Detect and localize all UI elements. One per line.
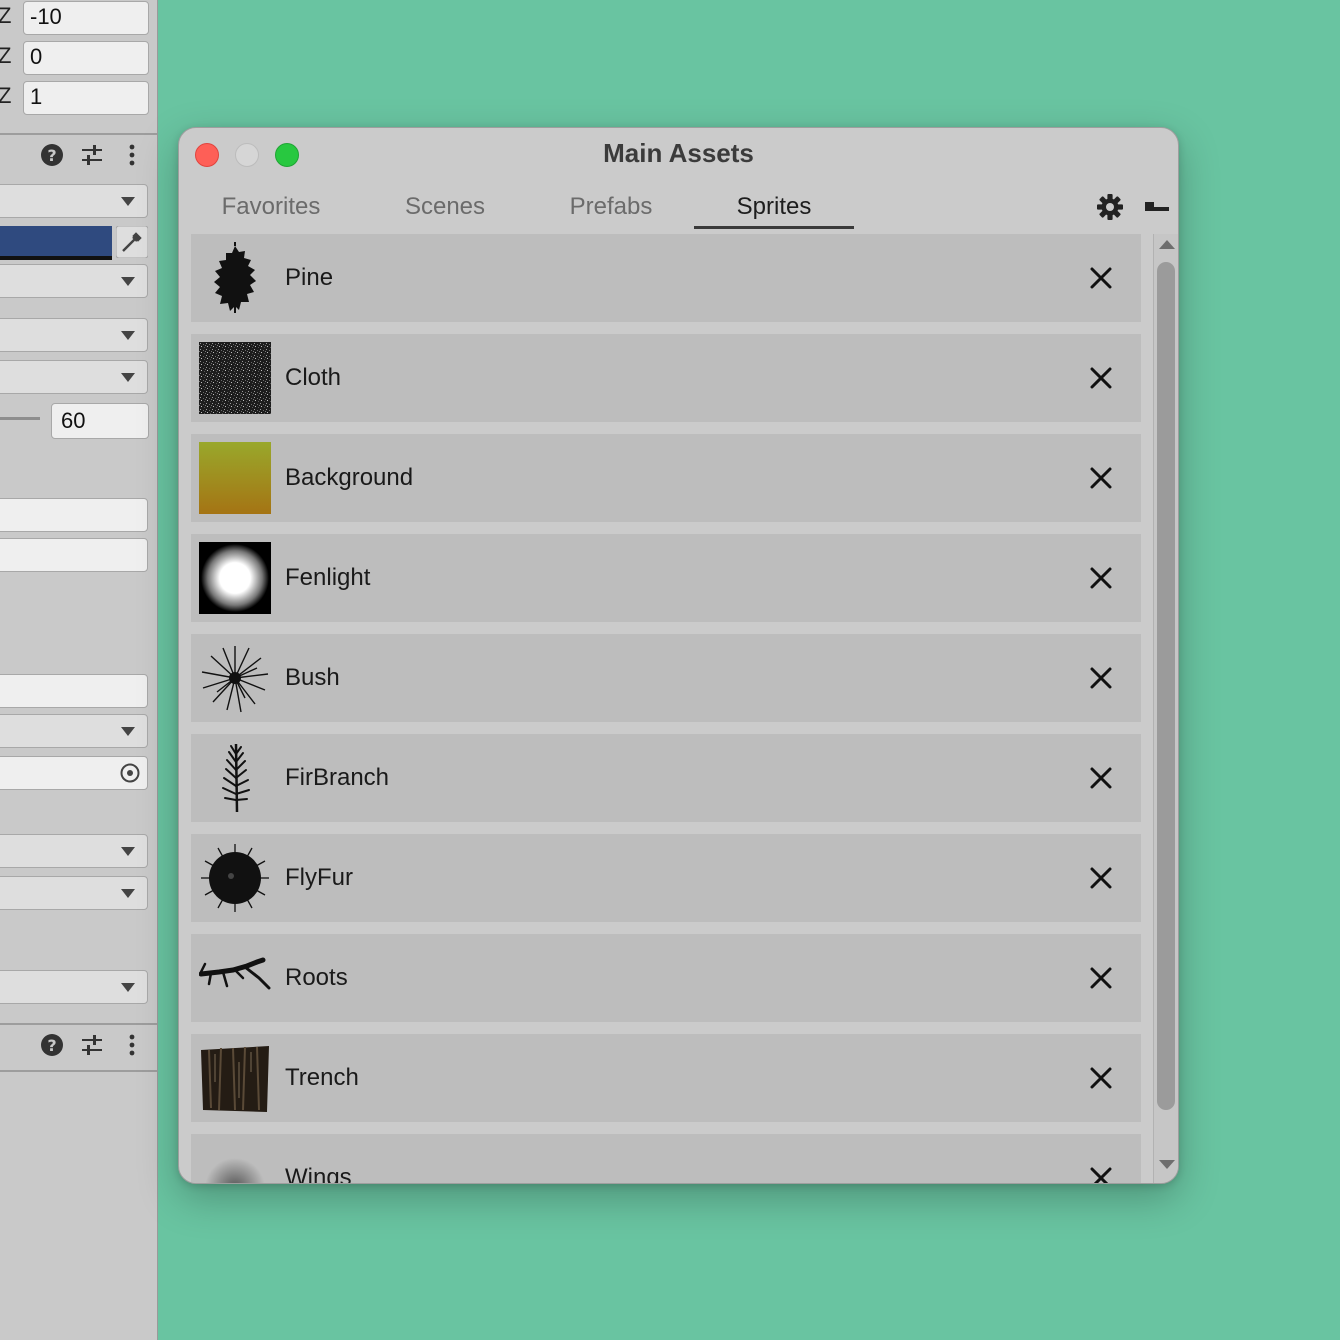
- remove-asset-button[interactable]: [1087, 464, 1115, 492]
- dropdown-select[interactable]: [0, 360, 148, 394]
- asset-row-trench[interactable]: Trench: [191, 1034, 1141, 1122]
- component-toolbar: ?: [0, 136, 157, 176]
- help-icon[interactable]: ?: [39, 1032, 65, 1058]
- window-title: Main Assets: [603, 138, 754, 168]
- list-view-toggle-icon[interactable]: [1141, 192, 1171, 222]
- eyedropper-icon[interactable]: [116, 226, 148, 258]
- olive-gradient-texture: [199, 442, 271, 514]
- dropdown-select[interactable]: [0, 318, 148, 352]
- rotation-z-field[interactable]: 0: [23, 41, 149, 75]
- asset-name: Wings: [285, 1164, 352, 1183]
- text-field[interactable]: [0, 538, 148, 572]
- bark-texture: [201, 1046, 269, 1112]
- asset-name: Trench: [285, 1064, 359, 1091]
- chevron-down-icon: [121, 983, 135, 992]
- color-swatch[interactable]: [0, 226, 112, 260]
- slider-track[interactable]: [0, 417, 40, 420]
- more-options-icon[interactable]: [119, 1032, 145, 1058]
- main-assets-window: Main Assets Favorites Scenes Prefabs Spr…: [178, 127, 1179, 1184]
- asset-name: FirBranch: [285, 764, 390, 791]
- asset-row-bush[interactable]: Bush: [191, 634, 1141, 722]
- fir-branch-icon: [222, 743, 250, 813]
- dropdown-select[interactable]: [0, 714, 148, 748]
- more-options-icon[interactable]: [119, 142, 145, 168]
- svg-text:?: ?: [47, 146, 56, 165]
- pinecone-icon: [214, 242, 256, 313]
- remove-asset-button[interactable]: [1087, 1164, 1115, 1183]
- inspector-panel: Z -10 Z 0 Z 1 ? 60: [0, 0, 158, 1340]
- scroll-down-arrow-icon[interactable]: [1159, 1160, 1175, 1169]
- chevron-down-icon: [121, 277, 135, 286]
- remove-asset-button[interactable]: [1087, 764, 1115, 792]
- chevron-down-icon: [121, 331, 135, 340]
- section-divider: [0, 1023, 157, 1025]
- tab-favorites[interactable]: Favorites: [201, 190, 341, 226]
- dropdown-select[interactable]: [0, 264, 148, 298]
- chevron-down-icon: [121, 373, 135, 382]
- object-picker-icon[interactable]: [119, 762, 141, 784]
- position-z-field[interactable]: -10: [23, 1, 149, 35]
- asset-name: Background: [285, 464, 414, 491]
- section-divider: [0, 133, 157, 135]
- remove-asset-button[interactable]: [1087, 664, 1115, 692]
- section-divider: [0, 1070, 157, 1072]
- text-field[interactable]: [0, 498, 148, 532]
- cloth-noise-texture: [199, 342, 271, 414]
- soft-light-texture: [199, 542, 271, 614]
- asset-name: Pine: [285, 264, 334, 291]
- asset-name: Bush: [285, 664, 340, 691]
- preset-sliders-icon[interactable]: [79, 142, 105, 168]
- remove-asset-button[interactable]: [1087, 964, 1115, 992]
- vertical-scrollbar[interactable]: [1153, 234, 1178, 1183]
- wings-texture: [205, 1152, 265, 1183]
- fur-ball-icon: [201, 844, 269, 912]
- chevron-down-icon: [121, 197, 135, 206]
- z-axis-label: Z: [0, 83, 11, 109]
- remove-asset-button[interactable]: [1087, 1064, 1115, 1092]
- remove-asset-button[interactable]: [1087, 264, 1115, 292]
- remove-asset-button[interactable]: [1087, 364, 1115, 392]
- asset-row-cloth[interactable]: Cloth: [191, 334, 1141, 422]
- asset-list: Pine Cloth Background Fenlight Bush FirB…: [191, 234, 1141, 1183]
- asset-name: Fenlight: [285, 564, 371, 591]
- asset-row-background[interactable]: Background: [191, 434, 1141, 522]
- scroll-up-arrow-icon[interactable]: [1159, 240, 1175, 249]
- asset-name: FlyFur: [285, 864, 353, 891]
- remove-asset-button[interactable]: [1087, 564, 1115, 592]
- asset-row-flyfur[interactable]: FlyFur: [191, 834, 1141, 922]
- bush-icon: [201, 646, 269, 713]
- chevron-down-icon: [121, 889, 135, 898]
- z-axis-label: Z: [0, 43, 11, 69]
- tab-sprites[interactable]: Sprites: [694, 190, 854, 229]
- asset-name: Roots: [285, 964, 348, 991]
- asset-row-wings[interactable]: Wings: [191, 1134, 1141, 1183]
- asset-row-firbranch[interactable]: FirBranch: [191, 734, 1141, 822]
- tab-scenes[interactable]: Scenes: [377, 190, 513, 226]
- slider-value-field[interactable]: 60: [51, 403, 149, 439]
- svg-text:?: ?: [47, 1036, 56, 1055]
- asset-name: Cloth: [285, 364, 342, 391]
- component-toolbar: ?: [0, 1026, 157, 1066]
- scrollbar-thumb[interactable]: [1157, 262, 1175, 1110]
- dropdown-select[interactable]: [0, 876, 148, 910]
- text-field[interactable]: [0, 674, 148, 708]
- chevron-down-icon: [121, 727, 135, 736]
- asset-row-pine[interactable]: Pine: [191, 234, 1141, 322]
- remove-asset-button[interactable]: [1087, 864, 1115, 892]
- dropdown-select[interactable]: [0, 970, 148, 1004]
- dropdown-select[interactable]: [0, 834, 148, 868]
- asset-row-roots[interactable]: Roots: [191, 934, 1141, 1022]
- z-axis-label: Z: [0, 3, 11, 29]
- help-icon[interactable]: ?: [39, 142, 65, 168]
- tab-prefabs[interactable]: Prefabs: [543, 190, 679, 226]
- chevron-down-icon: [121, 847, 135, 856]
- dropdown-select[interactable]: [0, 184, 148, 218]
- scale-z-field[interactable]: 1: [23, 81, 149, 115]
- gear-icon[interactable]: [1095, 192, 1125, 222]
- preset-sliders-icon[interactable]: [79, 1032, 105, 1058]
- roots-icon: [199, 957, 271, 990]
- asset-row-fenlight[interactable]: Fenlight: [191, 534, 1141, 622]
